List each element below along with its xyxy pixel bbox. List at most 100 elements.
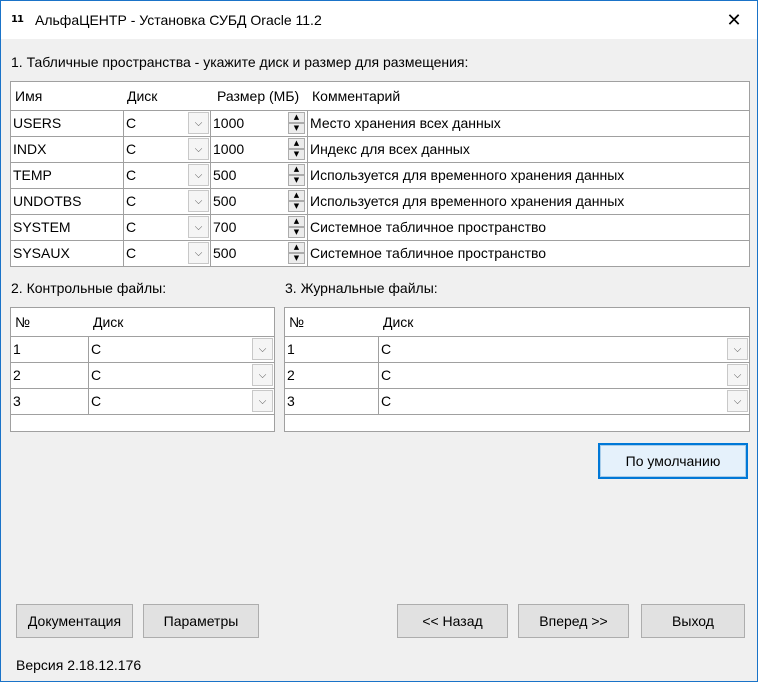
spin-buttons[interactable]: ▲ ▼ xyxy=(288,112,305,134)
spin-down-icon[interactable]: ▼ xyxy=(288,253,305,264)
tablespace-comment: Место хранения всех данных xyxy=(310,115,501,131)
size-spinner[interactable]: 700 ▲ ▼ xyxy=(211,215,308,240)
disk-value: C xyxy=(91,367,102,383)
chevron-down-icon[interactable]: ⌵ xyxy=(188,138,209,160)
chevron-down-icon[interactable]: ⌵ xyxy=(188,164,209,186)
chevron-down-icon[interactable]: ⌵ xyxy=(252,338,273,360)
chevron-down-icon[interactable]: ⌵ xyxy=(188,242,209,264)
spin-up-icon[interactable]: ▲ xyxy=(288,216,305,227)
table-row: SYSAUX C ⌵ 500 ▲ ▼ Системное табличное простра… xyxy=(11,240,749,266)
table-row: 3 C ⌵ xyxy=(11,388,274,414)
disk-value: C xyxy=(381,341,392,357)
disk-combo[interactable]: C ⌵ xyxy=(89,389,274,414)
control-files-grid: № Диск 1 C ⌵ 2 C ⌵ 3 C ⌵ xyxy=(10,307,275,432)
spin-up-icon[interactable]: ▲ xyxy=(288,138,305,149)
table-row: 3 C ⌵ xyxy=(285,388,749,414)
column-header-disk: Диск xyxy=(383,314,414,330)
size-value[interactable]: 700 xyxy=(213,219,236,235)
log-files-header: № Диск xyxy=(285,308,749,336)
log-files-label: 3. Журнальные файлы: xyxy=(285,280,438,296)
disk-combo[interactable]: C ⌵ xyxy=(89,363,274,388)
tablespace-comment: Используется для временного хранения дан… xyxy=(310,167,625,183)
tablespace-name: UNDOTBS xyxy=(11,189,124,214)
chevron-down-icon[interactable]: ⌵ xyxy=(188,216,209,238)
tablespace-comment: Системное табличное пространство xyxy=(310,219,547,235)
size-spinner[interactable]: 1000 ▲ ▼ xyxy=(211,111,308,136)
app-icon: 11 xyxy=(11,14,24,25)
disk-combo[interactable]: C ⌵ xyxy=(124,215,211,240)
size-spinner[interactable]: 500 ▲ ▼ xyxy=(211,241,308,266)
empty-row xyxy=(285,414,749,440)
disk-value: C xyxy=(381,393,392,409)
close-button[interactable]: ✕ xyxy=(711,1,757,39)
defaults-button[interactable]: По умолчанию xyxy=(598,443,748,479)
table-row: SYSTEM C ⌵ 700 ▲ ▼ Системное табличное простра… xyxy=(11,214,749,240)
file-number: 2 xyxy=(11,363,89,388)
spin-up-icon[interactable]: ▲ xyxy=(288,112,305,123)
spin-down-icon[interactable]: ▼ xyxy=(288,201,305,212)
spin-up-icon[interactable]: ▲ xyxy=(288,242,305,253)
control-files-header: № Диск xyxy=(11,308,274,336)
spin-buttons[interactable]: ▲ ▼ xyxy=(288,216,305,238)
disk-combo[interactable]: C ⌵ xyxy=(124,137,211,162)
tablespace-name: INDX xyxy=(11,137,124,162)
tablespace-name: SYSTEM xyxy=(11,215,124,240)
size-spinner[interactable]: 500 ▲ ▼ xyxy=(211,163,308,188)
size-value[interactable]: 500 xyxy=(213,167,236,183)
disk-value: C xyxy=(126,193,137,209)
chevron-down-icon[interactable]: ⌵ xyxy=(252,364,273,386)
column-header-size: Размер (МБ) xyxy=(217,88,300,104)
disk-value: C xyxy=(91,393,102,409)
spin-down-icon[interactable]: ▼ xyxy=(288,175,305,186)
size-spinner[interactable]: 1000 ▲ ▼ xyxy=(211,137,308,162)
disk-combo[interactable]: C ⌵ xyxy=(379,337,749,362)
next-button[interactable]: Вперед >> xyxy=(518,604,629,638)
size-value[interactable]: 500 xyxy=(213,245,236,261)
disk-combo[interactable]: C ⌵ xyxy=(124,111,211,136)
spin-buttons[interactable]: ▲ ▼ xyxy=(288,138,305,160)
size-spinner[interactable]: 500 ▲ ▼ xyxy=(211,189,308,214)
tablespaces-header: Имя Диск Размер (МБ) Комментарий xyxy=(11,82,749,110)
spin-buttons[interactable]: ▲ ▼ xyxy=(288,242,305,264)
spin-up-icon[interactable]: ▲ xyxy=(288,164,305,175)
chevron-down-icon[interactable]: ⌵ xyxy=(252,390,273,412)
table-row: 2 C ⌵ xyxy=(285,362,749,388)
size-value[interactable]: 1000 xyxy=(213,141,244,157)
parameters-button[interactable]: Параметры xyxy=(143,604,259,638)
spin-down-icon[interactable]: ▼ xyxy=(288,149,305,160)
tablespace-comment: Используется для временного хранения дан… xyxy=(310,193,625,209)
tablespace-name: USERS xyxy=(11,111,124,136)
back-button[interactable]: << Назад xyxy=(397,604,508,638)
size-value[interactable]: 500 xyxy=(213,193,236,209)
disk-combo[interactable]: C ⌵ xyxy=(124,189,211,214)
disk-value: C xyxy=(126,141,137,157)
spin-buttons[interactable]: ▲ ▼ xyxy=(288,190,305,212)
documentation-button[interactable]: Документация xyxy=(16,604,133,638)
chevron-down-icon[interactable]: ⌵ xyxy=(188,112,209,134)
disk-combo[interactable]: C ⌵ xyxy=(124,163,211,188)
disk-combo[interactable]: C ⌵ xyxy=(379,363,749,388)
tablespace-name: TEMP xyxy=(11,163,124,188)
disk-combo[interactable]: C ⌵ xyxy=(124,241,211,266)
chevron-down-icon[interactable]: ⌵ xyxy=(727,338,748,360)
column-header-disk: Диск xyxy=(93,314,124,330)
column-header-name: Имя xyxy=(15,88,43,104)
column-header-number: № xyxy=(289,314,305,330)
disk-combo[interactable]: C ⌵ xyxy=(89,337,274,362)
installer-window: 11 АльфаЦЕНТР - Установка СУБД Oracle 11… xyxy=(0,0,758,682)
size-value[interactable]: 1000 xyxy=(213,115,244,131)
spin-up-icon[interactable]: ▲ xyxy=(288,190,305,201)
chevron-down-icon[interactable]: ⌵ xyxy=(727,390,748,412)
chevron-down-icon[interactable]: ⌵ xyxy=(727,364,748,386)
column-header-number: № xyxy=(15,314,31,330)
chevron-down-icon[interactable]: ⌵ xyxy=(188,190,209,212)
spin-buttons[interactable]: ▲ ▼ xyxy=(288,164,305,186)
exit-button[interactable]: Выход xyxy=(641,604,745,638)
disk-combo[interactable]: C ⌵ xyxy=(379,389,749,414)
spin-down-icon[interactable]: ▼ xyxy=(288,227,305,238)
table-row: 1 C ⌵ xyxy=(285,336,749,362)
table-row: USERS C ⌵ 1000 ▲ ▼ Место хранения всех данных xyxy=(11,110,749,136)
spin-down-icon[interactable]: ▼ xyxy=(288,123,305,134)
disk-value: C xyxy=(381,367,392,383)
column-header-disk: Диск xyxy=(127,88,158,104)
